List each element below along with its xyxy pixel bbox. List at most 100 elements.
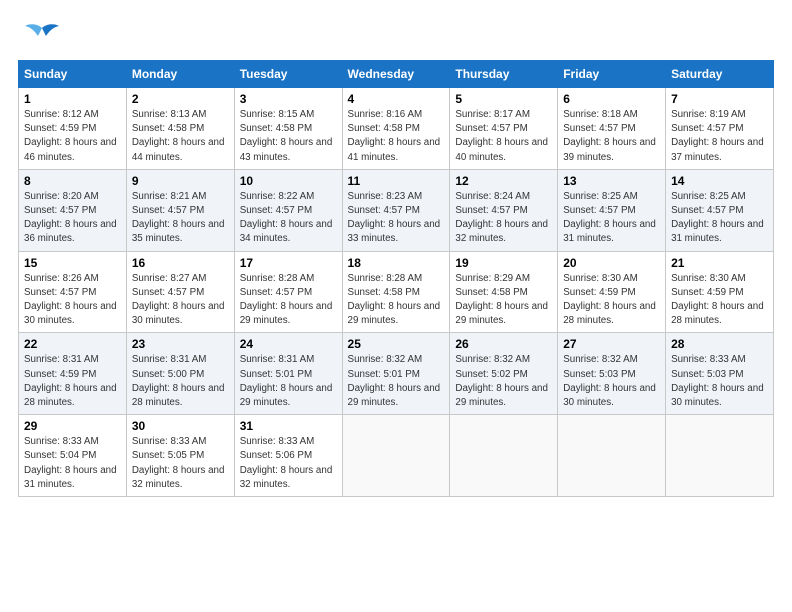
day-number: 29 <box>24 419 121 433</box>
day-number: 14 <box>671 174 768 188</box>
day-info: Sunrise: 8:25 AMSunset: 4:57 PMDaylight:… <box>563 190 660 247</box>
calendar-cell: 14 Sunrise: 8:25 AMSunset: 4:57 PMDaylig… <box>666 169 774 251</box>
day-number: 16 <box>132 256 229 270</box>
weekday-header-row: SundayMondayTuesdayWednesdayThursdayFrid… <box>19 61 774 88</box>
day-number: 10 <box>240 174 337 188</box>
calendar-cell: 15 Sunrise: 8:26 AMSunset: 4:57 PMDaylig… <box>19 251 127 333</box>
weekday-header-saturday: Saturday <box>666 61 774 88</box>
day-info: Sunrise: 8:16 AMSunset: 4:58 PMDaylight:… <box>348 108 445 165</box>
calendar-week-4: 22 Sunrise: 8:31 AMSunset: 4:59 PMDaylig… <box>19 333 774 415</box>
day-number: 12 <box>455 174 552 188</box>
day-info: Sunrise: 8:23 AMSunset: 4:57 PMDaylight:… <box>348 190 445 247</box>
day-number: 17 <box>240 256 337 270</box>
day-number: 19 <box>455 256 552 270</box>
calendar-cell: 28 Sunrise: 8:33 AMSunset: 5:03 PMDaylig… <box>666 333 774 415</box>
day-info: Sunrise: 8:31 AMSunset: 4:59 PMDaylight:… <box>24 353 121 410</box>
day-info: Sunrise: 8:32 AMSunset: 5:01 PMDaylight:… <box>348 353 445 410</box>
calendar-cell: 11 Sunrise: 8:23 AMSunset: 4:57 PMDaylig… <box>342 169 450 251</box>
day-info: Sunrise: 8:33 AMSunset: 5:04 PMDaylight:… <box>24 435 121 492</box>
calendar-cell: 7 Sunrise: 8:19 AMSunset: 4:57 PMDayligh… <box>666 88 774 170</box>
day-info: Sunrise: 8:28 AMSunset: 4:58 PMDaylight:… <box>348 272 445 329</box>
calendar-cell: 27 Sunrise: 8:32 AMSunset: 5:03 PMDaylig… <box>558 333 666 415</box>
day-number: 15 <box>24 256 121 270</box>
day-number: 9 <box>132 174 229 188</box>
day-info: Sunrise: 8:12 AMSunset: 4:59 PMDaylight:… <box>24 108 121 165</box>
day-number: 30 <box>132 419 229 433</box>
day-info: Sunrise: 8:17 AMSunset: 4:57 PMDaylight:… <box>455 108 552 165</box>
day-number: 13 <box>563 174 660 188</box>
calendar-cell: 12 Sunrise: 8:24 AMSunset: 4:57 PMDaylig… <box>450 169 558 251</box>
calendar-body: 1 Sunrise: 8:12 AMSunset: 4:59 PMDayligh… <box>19 88 774 497</box>
day-number: 31 <box>240 419 337 433</box>
day-info: Sunrise: 8:18 AMSunset: 4:57 PMDaylight:… <box>563 108 660 165</box>
day-number: 26 <box>455 337 552 351</box>
day-number: 22 <box>24 337 121 351</box>
header <box>18 18 774 50</box>
day-number: 3 <box>240 92 337 106</box>
day-number: 25 <box>348 337 445 351</box>
calendar-cell: 26 Sunrise: 8:32 AMSunset: 5:02 PMDaylig… <box>450 333 558 415</box>
calendar-cell: 23 Sunrise: 8:31 AMSunset: 5:00 PMDaylig… <box>126 333 234 415</box>
day-info: Sunrise: 8:30 AMSunset: 4:59 PMDaylight:… <box>671 272 768 329</box>
day-info: Sunrise: 8:30 AMSunset: 4:59 PMDaylight:… <box>563 272 660 329</box>
calendar-cell <box>342 415 450 497</box>
weekday-header-wednesday: Wednesday <box>342 61 450 88</box>
day-info: Sunrise: 8:22 AMSunset: 4:57 PMDaylight:… <box>240 190 337 247</box>
day-info: Sunrise: 8:24 AMSunset: 4:57 PMDaylight:… <box>455 190 552 247</box>
calendar-cell: 9 Sunrise: 8:21 AMSunset: 4:57 PMDayligh… <box>126 169 234 251</box>
calendar-table: SundayMondayTuesdayWednesdayThursdayFrid… <box>18 60 774 497</box>
day-info: Sunrise: 8:28 AMSunset: 4:57 PMDaylight:… <box>240 272 337 329</box>
calendar-cell: 1 Sunrise: 8:12 AMSunset: 4:59 PMDayligh… <box>19 88 127 170</box>
calendar-cell: 3 Sunrise: 8:15 AMSunset: 4:58 PMDayligh… <box>234 88 342 170</box>
calendar-cell: 6 Sunrise: 8:18 AMSunset: 4:57 PMDayligh… <box>558 88 666 170</box>
calendar-cell: 21 Sunrise: 8:30 AMSunset: 4:59 PMDaylig… <box>666 251 774 333</box>
day-number: 23 <box>132 337 229 351</box>
day-info: Sunrise: 8:31 AMSunset: 5:00 PMDaylight:… <box>132 353 229 410</box>
day-number: 6 <box>563 92 660 106</box>
calendar-cell: 24 Sunrise: 8:31 AMSunset: 5:01 PMDaylig… <box>234 333 342 415</box>
day-info: Sunrise: 8:29 AMSunset: 4:58 PMDaylight:… <box>455 272 552 329</box>
calendar-week-2: 8 Sunrise: 8:20 AMSunset: 4:57 PMDayligh… <box>19 169 774 251</box>
weekday-header-sunday: Sunday <box>19 61 127 88</box>
calendar-cell: 29 Sunrise: 8:33 AMSunset: 5:04 PMDaylig… <box>19 415 127 497</box>
calendar-cell <box>666 415 774 497</box>
calendar-cell: 4 Sunrise: 8:16 AMSunset: 4:58 PMDayligh… <box>342 88 450 170</box>
calendar-cell: 17 Sunrise: 8:28 AMSunset: 4:57 PMDaylig… <box>234 251 342 333</box>
calendar-cell: 22 Sunrise: 8:31 AMSunset: 4:59 PMDaylig… <box>19 333 127 415</box>
day-info: Sunrise: 8:31 AMSunset: 5:01 PMDaylight:… <box>240 353 337 410</box>
day-info: Sunrise: 8:27 AMSunset: 4:57 PMDaylight:… <box>132 272 229 329</box>
day-info: Sunrise: 8:33 AMSunset: 5:03 PMDaylight:… <box>671 353 768 410</box>
calendar-week-3: 15 Sunrise: 8:26 AMSunset: 4:57 PMDaylig… <box>19 251 774 333</box>
day-info: Sunrise: 8:26 AMSunset: 4:57 PMDaylight:… <box>24 272 121 329</box>
day-info: Sunrise: 8:25 AMSunset: 4:57 PMDaylight:… <box>671 190 768 247</box>
day-number: 28 <box>671 337 768 351</box>
day-number: 21 <box>671 256 768 270</box>
calendar-cell: 20 Sunrise: 8:30 AMSunset: 4:59 PMDaylig… <box>558 251 666 333</box>
calendar-cell: 8 Sunrise: 8:20 AMSunset: 4:57 PMDayligh… <box>19 169 127 251</box>
day-info: Sunrise: 8:33 AMSunset: 5:05 PMDaylight:… <box>132 435 229 492</box>
weekday-header-friday: Friday <box>558 61 666 88</box>
day-number: 18 <box>348 256 445 270</box>
day-number: 27 <box>563 337 660 351</box>
calendar-week-5: 29 Sunrise: 8:33 AMSunset: 5:04 PMDaylig… <box>19 415 774 497</box>
day-number: 4 <box>348 92 445 106</box>
day-info: Sunrise: 8:20 AMSunset: 4:57 PMDaylight:… <box>24 190 121 247</box>
logo <box>18 22 60 50</box>
weekday-header-monday: Monday <box>126 61 234 88</box>
calendar-cell <box>558 415 666 497</box>
calendar-cell <box>450 415 558 497</box>
calendar-cell: 10 Sunrise: 8:22 AMSunset: 4:57 PMDaylig… <box>234 169 342 251</box>
calendar-cell: 18 Sunrise: 8:28 AMSunset: 4:58 PMDaylig… <box>342 251 450 333</box>
calendar-cell: 25 Sunrise: 8:32 AMSunset: 5:01 PMDaylig… <box>342 333 450 415</box>
day-number: 2 <box>132 92 229 106</box>
day-info: Sunrise: 8:33 AMSunset: 5:06 PMDaylight:… <box>240 435 337 492</box>
calendar-cell: 5 Sunrise: 8:17 AMSunset: 4:57 PMDayligh… <box>450 88 558 170</box>
day-info: Sunrise: 8:13 AMSunset: 4:58 PMDaylight:… <box>132 108 229 165</box>
day-info: Sunrise: 8:15 AMSunset: 4:58 PMDaylight:… <box>240 108 337 165</box>
calendar-week-1: 1 Sunrise: 8:12 AMSunset: 4:59 PMDayligh… <box>19 88 774 170</box>
calendar-cell: 19 Sunrise: 8:29 AMSunset: 4:58 PMDaylig… <box>450 251 558 333</box>
day-info: Sunrise: 8:19 AMSunset: 4:57 PMDaylight:… <box>671 108 768 165</box>
day-number: 24 <box>240 337 337 351</box>
day-number: 1 <box>24 92 121 106</box>
calendar-cell: 13 Sunrise: 8:25 AMSunset: 4:57 PMDaylig… <box>558 169 666 251</box>
